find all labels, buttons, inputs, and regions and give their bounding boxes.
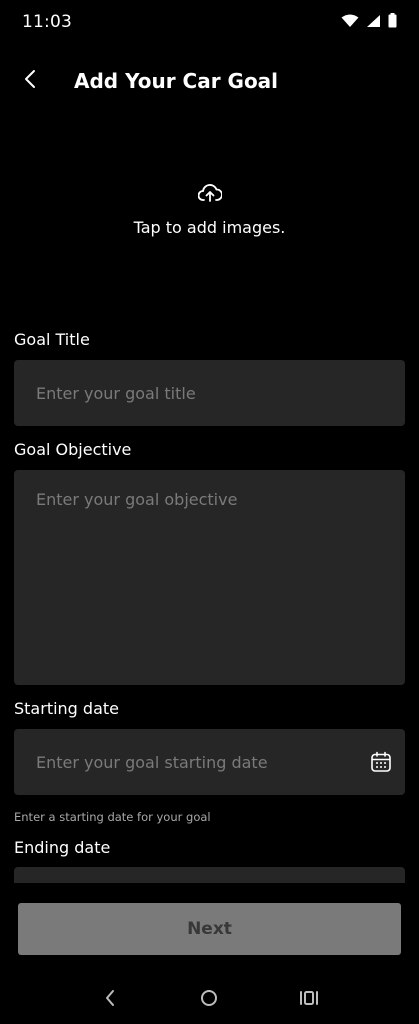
starting-date-input[interactable] bbox=[14, 729, 405, 795]
goal-objective-textarea[interactable] bbox=[14, 470, 405, 685]
signal-icon bbox=[366, 13, 381, 32]
app-header: Add Your Car Goal bbox=[0, 56, 419, 106]
battery-icon bbox=[388, 12, 397, 32]
status-bar: 11:03 bbox=[0, 0, 419, 44]
ending-date-label: Ending date bbox=[14, 838, 111, 857]
calendar-icon[interactable] bbox=[369, 750, 393, 774]
system-nav-bar bbox=[0, 975, 419, 1024]
cloud-upload-icon bbox=[197, 180, 223, 206]
page-title: Add Your Car Goal bbox=[74, 69, 279, 93]
ending-date-input[interactable] bbox=[14, 867, 405, 883]
back-button[interactable] bbox=[10, 61, 50, 101]
home-circle-icon bbox=[200, 989, 218, 1011]
nav-home-button[interactable] bbox=[189, 980, 229, 1020]
wifi-icon bbox=[341, 13, 359, 32]
next-button[interactable]: Next bbox=[18, 903, 401, 955]
nav-back-icon bbox=[104, 989, 116, 1011]
nav-recents-button[interactable] bbox=[289, 980, 329, 1020]
status-icons bbox=[341, 12, 397, 32]
add-images-label: Tap to add images. bbox=[133, 218, 286, 237]
goal-title-input[interactable] bbox=[14, 360, 405, 426]
nav-back-button[interactable] bbox=[90, 980, 130, 1020]
goal-title-label: Goal Title bbox=[14, 330, 90, 349]
recents-icon bbox=[299, 990, 319, 1010]
screen: 11:03 Add Your Car Goal Tap to add image… bbox=[0, 0, 419, 1024]
goal-objective-label: Goal Objective bbox=[14, 440, 132, 459]
chevron-left-icon bbox=[23, 69, 37, 93]
add-images-area[interactable]: Tap to add images. bbox=[0, 180, 419, 260]
status-time: 11:03 bbox=[22, 12, 72, 32]
starting-date-helper: Enter a starting date for your goal bbox=[14, 810, 211, 824]
starting-date-label: Starting date bbox=[14, 699, 119, 718]
